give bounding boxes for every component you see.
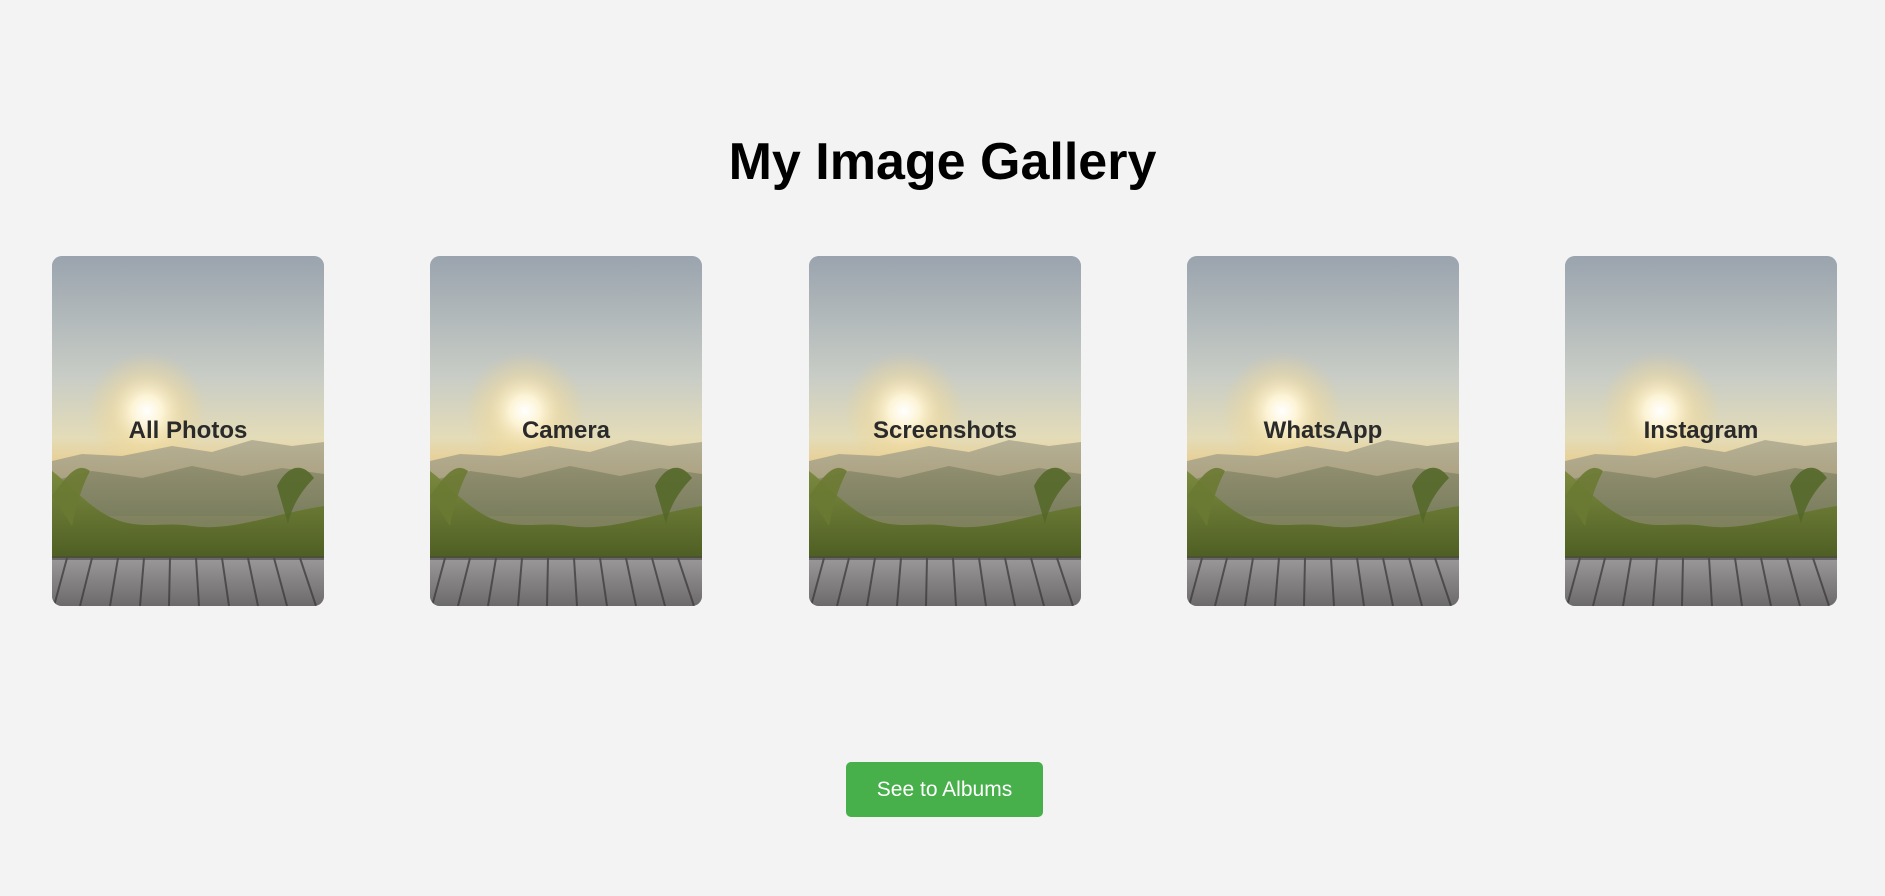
- album-card-whatsapp[interactable]: WhatsApp: [1187, 256, 1459, 606]
- album-card-label: All Photos: [128, 417, 248, 444]
- album-card-screenshots[interactable]: Screenshots: [809, 256, 1081, 606]
- album-card-camera[interactable]: Camera: [430, 256, 702, 606]
- page-title: My Image Gallery: [728, 133, 1157, 191]
- album-card-all-photos[interactable]: All Photos: [52, 256, 324, 606]
- album-card-label: WhatsApp: [1263, 417, 1383, 444]
- see-albums-button[interactable]: See to Albums: [846, 762, 1043, 817]
- album-card-label: Camera: [521, 417, 611, 444]
- album-card-label: Screenshots: [872, 417, 1018, 444]
- album-card-label: Instagram: [1643, 417, 1759, 444]
- album-card-instagram[interactable]: Instagram: [1565, 256, 1837, 606]
- gallery-page: My Image Gallery All Photos Camera Scree…: [0, 0, 1885, 896]
- album-grid: All Photos Camera Screenshots WhatsApp I: [52, 256, 1837, 606]
